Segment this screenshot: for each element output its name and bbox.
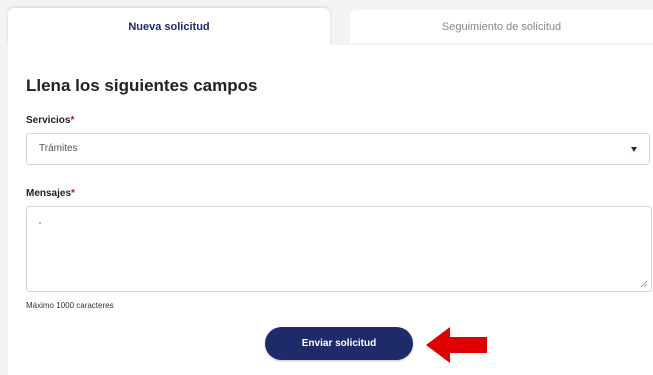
services-required-mark: * [70, 115, 75, 126]
messages-helper-text: Máximo 1000 caracteres [26, 301, 114, 310]
tab-new-request[interactable]: Nueva solicitud [8, 8, 330, 45]
red-arrow-left-icon [426, 327, 487, 363]
submit-request-button[interactable]: Enviar solicitud [265, 327, 413, 360]
tab-new-request-label: Nueva solicitud [128, 20, 210, 33]
services-label-text: Servicios [26, 115, 71, 126]
services-select-value: Trámites [39, 143, 78, 154]
tab-request-tracking[interactable]: Seguimiento de solicitud [350, 10, 653, 43]
text-cursor [39, 222, 41, 224]
form-panel: Llena los siguientes campos Servicios* T… [8, 45, 653, 375]
messages-textarea[interactable] [26, 206, 652, 292]
tab-request-tracking-label: Seguimiento de solicitud [441, 20, 562, 33]
form-heading: Llena los siguientes campos [26, 76, 258, 95]
messages-required-mark: * [71, 188, 75, 199]
messages-label: Mensajes* [26, 188, 75, 199]
chevron-down-icon[interactable] [631, 147, 637, 152]
app-frame: Nueva solicitud Seguimiento de solicitud… [0, 0, 653, 375]
resize-grip-icon[interactable] [640, 280, 648, 288]
services-label: Servicios* [26, 115, 74, 126]
messages-label-text: Mensajes [26, 188, 72, 199]
tab-bar: Nueva solicitud Seguimiento de solicitud [0, 0, 653, 45]
services-select[interactable]: Trámites [26, 133, 650, 165]
